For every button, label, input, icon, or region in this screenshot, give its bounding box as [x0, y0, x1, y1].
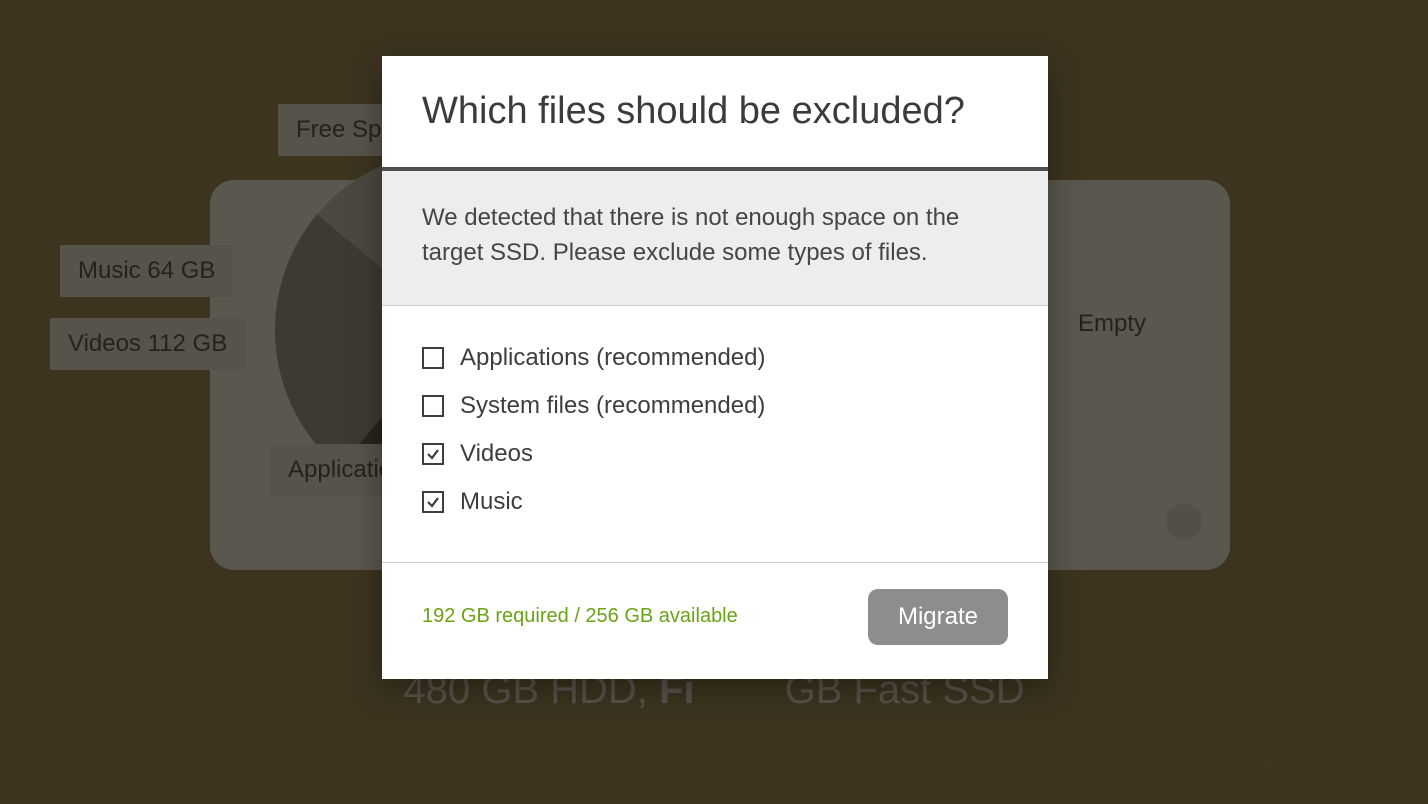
chip-videos: Videos 112 GB	[50, 318, 245, 370]
migrate-button[interactable]: Migrate	[868, 589, 1008, 645]
exclude-options-list: Applications (recommended) System files …	[382, 306, 1048, 563]
modal-footer: 192 GB required / 256 GB available Migra…	[382, 563, 1048, 679]
modal-alert: We detected that there is not enough spa…	[382, 171, 1048, 306]
checkbox-icon	[422, 443, 444, 465]
option-system-files[interactable]: System files (recommended)	[422, 382, 1008, 430]
checkbox-icon	[422, 347, 444, 369]
checkbox-icon	[422, 395, 444, 417]
checkbox-icon	[422, 491, 444, 513]
option-label: Music	[460, 488, 523, 516]
exclude-files-modal: Which files should be excluded? We detec…	[382, 56, 1048, 679]
modal-header: Which files should be excluded?	[382, 56, 1048, 171]
disk-hub-icon	[1166, 504, 1202, 540]
option-label: System files (recommended)	[460, 392, 765, 420]
chip-music: Music 64 GB	[60, 245, 233, 297]
option-label: Videos	[460, 440, 533, 468]
chip-empty: Empty	[1060, 298, 1164, 350]
option-videos[interactable]: Videos	[422, 430, 1008, 478]
option-music[interactable]: Music	[422, 478, 1008, 526]
option-applications[interactable]: Applications (recommended)	[422, 334, 1008, 382]
space-status-text: 192 GB required / 256 GB available	[422, 605, 738, 628]
option-label: Applications (recommended)	[460, 344, 765, 372]
modal-title: Which files should be excluded?	[422, 90, 1008, 133]
